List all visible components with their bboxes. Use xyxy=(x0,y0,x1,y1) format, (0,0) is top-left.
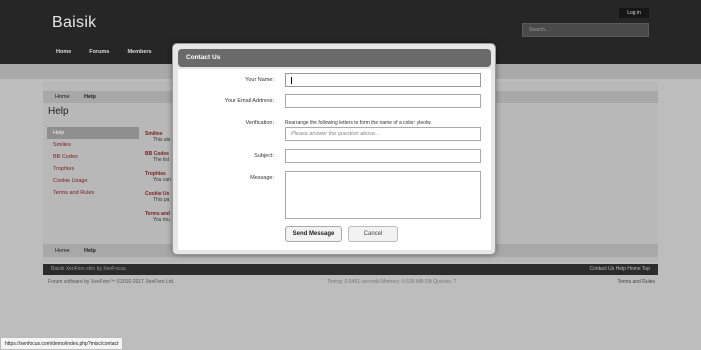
sidebar-item-cookie-usage[interactable]: Cookie Usage xyxy=(47,175,139,187)
breadcrumb-help[interactable]: Help xyxy=(84,248,96,254)
help-sidebar: Help Smilies BB Codes Trophies Cookie Us… xyxy=(47,127,139,240)
verification-question: Rearrange the following letters to form … xyxy=(285,120,431,126)
dialog-body: Your Name: Your Email Address: Verificat… xyxy=(178,69,491,250)
footer-left: Baisik XenForo skin by XenFocus xyxy=(51,266,126,272)
cancel-button[interactable]: Cancel xyxy=(348,226,398,242)
name-field[interactable] xyxy=(285,73,481,87)
message-textarea[interactable] xyxy=(285,171,481,219)
breadcrumb-home[interactable]: Home xyxy=(55,94,70,100)
email-field[interactable] xyxy=(285,94,481,108)
login-link[interactable]: Log in xyxy=(619,8,649,18)
search-input[interactable]: Search... xyxy=(522,23,649,37)
footer-links[interactable]: Contact Us Help Home Top xyxy=(590,266,651,272)
email-label: Your Email Address: xyxy=(224,98,274,104)
nav-members[interactable]: Members xyxy=(127,49,151,55)
terms-link[interactable]: Terms and Rules xyxy=(617,279,655,285)
site-logo[interactable]: Baisik xyxy=(52,14,96,32)
breadcrumb-home[interactable]: Home xyxy=(55,248,70,254)
page-title: Help xyxy=(48,106,69,117)
nav-home[interactable]: Home xyxy=(56,49,71,55)
timing-info: Timing: 0.0491 seconds Memory: 6.639 MB … xyxy=(327,279,457,285)
status-bar-url: https://xenfocus.com/demo/index.php?misc… xyxy=(0,337,124,350)
copyright: Forum software by XenForo™ ©2010-2017 Xe… xyxy=(48,279,175,285)
contact-dialog: Contact Us Your Name: Your Email Address… xyxy=(172,43,496,255)
send-message-button[interactable]: Send Message xyxy=(285,226,342,242)
message-label: Message: xyxy=(250,175,274,181)
dialog-title: Contact Us xyxy=(178,49,491,67)
subject-field[interactable] xyxy=(285,149,481,163)
subject-label: Subject: xyxy=(254,153,274,159)
footer: Baisik XenForo skin by XenFocus Contact … xyxy=(43,264,658,275)
nav-forums[interactable]: Forums xyxy=(89,49,109,55)
sidebar-item-bb-codes[interactable]: BB Codes xyxy=(47,151,139,163)
sidebar-item-help[interactable]: Help xyxy=(47,127,139,139)
name-label: Your Name: xyxy=(245,77,274,83)
sidebar-item-terms[interactable]: Terms and Rules xyxy=(47,187,139,199)
breadcrumb-help[interactable]: Help xyxy=(84,94,96,100)
sidebar-item-smilies[interactable]: Smilies xyxy=(47,139,139,151)
verification-label: Verification: xyxy=(245,120,274,126)
sidebar-item-trophies[interactable]: Trophies xyxy=(47,163,139,175)
verification-answer-field[interactable]: Please answer the question above... xyxy=(285,127,481,141)
main-nav: Home Forums Members xyxy=(56,49,152,55)
